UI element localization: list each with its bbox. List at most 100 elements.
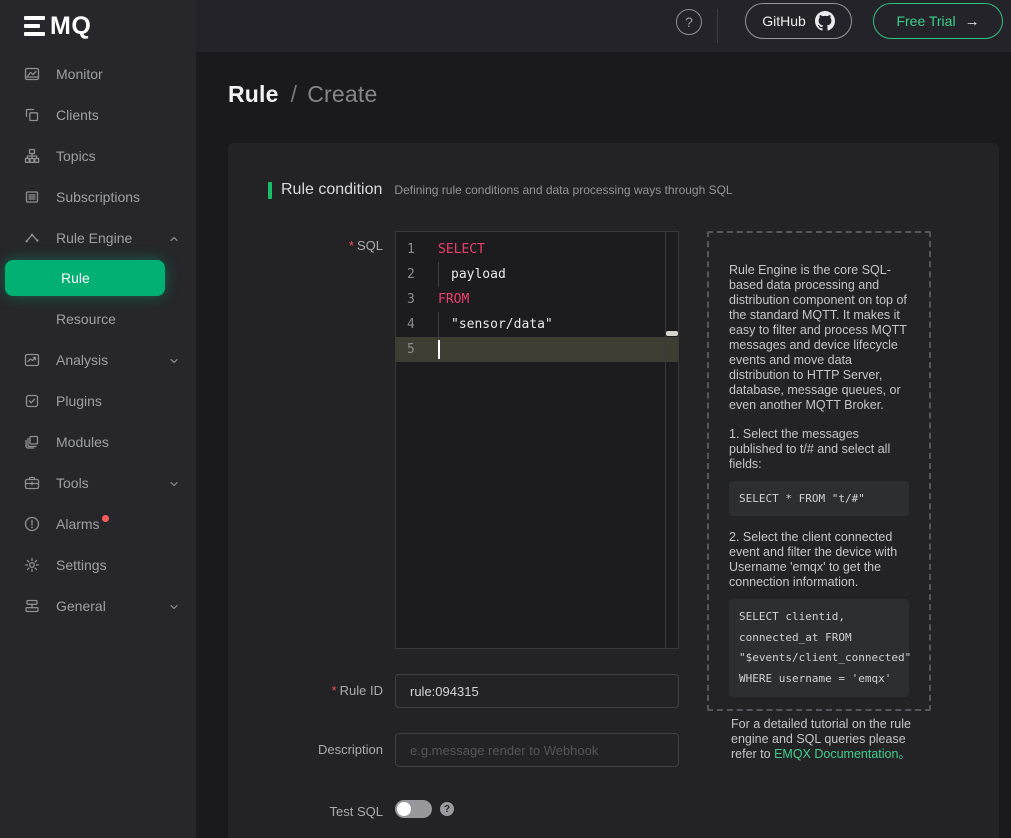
chevron-down-icon [168, 477, 180, 489]
topics-icon [24, 148, 40, 164]
sidebar-item-plugins[interactable]: Plugins [0, 380, 196, 421]
test-sql-help-icon[interactable]: ? [440, 802, 454, 816]
line-number: 5 [396, 337, 438, 362]
sidebar-item-rule[interactable]: Rule [5, 260, 165, 296]
line-code [438, 337, 678, 362]
help-code-line: SELECT clientid, [739, 607, 899, 628]
sidebar-item-label: Topics [56, 148, 96, 164]
sidebar-item-settings[interactable]: Settings [0, 544, 196, 585]
github-button-label: GitHub [762, 13, 806, 29]
sidebar-item-label: Analysis [56, 352, 108, 368]
editor-line-3[interactable]: 3FROM [396, 287, 678, 312]
free-trial-label: Free Trial [896, 13, 955, 29]
github-button[interactable]: GitHub [745, 3, 852, 39]
alarms-icon [24, 516, 40, 532]
line-code: SELECT [438, 237, 678, 262]
help-code-example-1: SELECT * FROM "t/#" [729, 481, 909, 516]
chevron-down-icon [168, 600, 180, 612]
rule-id-label: *Rule ID [228, 683, 383, 698]
text-cursor [438, 340, 440, 359]
test-sql-toggle[interactable] [395, 800, 432, 818]
sidebar-item-analysis[interactable]: Analysis [0, 339, 196, 380]
free-trial-button[interactable]: Free Trial → [873, 3, 1003, 39]
main-content: Rule/Create Rule condition Defining rule… [196, 52, 1011, 838]
section-accent-bar [268, 182, 272, 199]
help-intro-text: Rule Engine is the core SQL-based data p… [729, 263, 909, 413]
required-marker: * [349, 238, 354, 253]
sql-help-panel: Rule Engine is the core SQL-based data p… [707, 231, 931, 711]
app-logo[interactable]: MQ [0, 0, 196, 52]
line-number: 3 [396, 287, 438, 312]
section-subtitle: Defining rule conditions and data proces… [394, 183, 732, 197]
sidebar-item-label: Subscriptions [56, 189, 140, 205]
sidebar-item-label: Monitor [56, 66, 103, 82]
help-code-example-2: SELECT clientid,connected_at FROM"$event… [729, 599, 909, 697]
emqx-documentation-link[interactable]: EMQX Documentation。 [774, 747, 911, 761]
section-title: Rule condition [281, 181, 382, 199]
sidebar-item-general[interactable]: General [0, 585, 196, 626]
rule-id-input[interactable] [395, 674, 679, 708]
sidebar-item-resource[interactable]: Resource [0, 298, 196, 339]
breadcrumb-separator: / [291, 81, 298, 107]
editor-scrollbar-thumb[interactable] [666, 331, 678, 336]
required-marker: * [332, 683, 337, 698]
line-code: FROM [438, 287, 678, 312]
sidebar-item-label: Rule [61, 270, 90, 286]
breadcrumb-rule[interactable]: Rule [228, 81, 279, 107]
arrow-right-icon: → [965, 13, 980, 30]
chevron-up-icon [168, 232, 180, 244]
rule-engine-icon [24, 230, 40, 246]
general-icon [24, 598, 40, 614]
help-footer: For a detailed tutorial on the rule engi… [731, 717, 933, 762]
settings-icon [24, 557, 40, 573]
sql-code-editor[interactable]: 1SELECT2payload3FROM4"sensor/data"5 [395, 231, 679, 649]
sidebar-item-modules[interactable]: Modules [0, 421, 196, 462]
toggle-knob-icon [397, 802, 411, 816]
test-sql-label: Test SQL [228, 804, 383, 819]
sidebar-item-label: Settings [56, 557, 107, 573]
sql-field-label: *SQL [228, 238, 383, 253]
tools-icon [24, 475, 40, 491]
description-label: Description [228, 742, 383, 757]
alarm-badge [102, 515, 109, 522]
help-step2-text: 2. Select the client connected event and… [729, 530, 909, 590]
editor-line-4[interactable]: 4"sensor/data" [396, 312, 678, 337]
sidebar-item-topics[interactable]: Topics [0, 135, 196, 176]
sidebar-item-label: Plugins [56, 393, 102, 409]
sidebar-item-rule-engine[interactable]: Rule Engine [0, 217, 196, 258]
sidebar-nav: Monitor Clients Topics Subscriptions Rule En… [0, 52, 196, 626]
emqx-dashboard: MQ Monitor Clients Topics Subscriptions Rule… [0, 0, 1011, 838]
description-input[interactable] [395, 733, 679, 767]
editor-line-2[interactable]: 2payload [396, 262, 678, 287]
sidebar-item-label: Resource [56, 311, 116, 327]
line-number: 1 [396, 237, 438, 262]
sidebar-item-label: Rule Engine [56, 230, 132, 246]
topbar-divider [717, 9, 718, 43]
line-number: 4 [396, 312, 438, 337]
sidebar-item-alarms[interactable]: Alarms [0, 503, 196, 544]
breadcrumb: Rule/Create [228, 81, 377, 108]
github-icon [815, 11, 835, 31]
logo-text: MQ [50, 12, 91, 41]
sidebar-item-tools[interactable]: Tools [0, 462, 196, 503]
editor-line-1[interactable]: 1SELECT [396, 237, 678, 262]
modules-icon [24, 434, 40, 450]
sidebar-item-label: Clients [56, 107, 99, 123]
subscriptions-icon [24, 189, 40, 205]
rule-condition-card: Rule condition Defining rule conditions … [228, 143, 999, 838]
sidebar: MQ Monitor Clients Topics Subscriptions Rule… [0, 0, 196, 838]
sidebar-item-monitor[interactable]: Monitor [0, 53, 196, 94]
sidebar-item-label: Alarms [56, 516, 100, 532]
analysis-icon [24, 352, 40, 368]
sidebar-item-clients[interactable]: Clients [0, 94, 196, 135]
editor-scrollbar-track [665, 232, 666, 648]
line-number: 2 [396, 262, 438, 287]
monitor-icon [24, 66, 40, 82]
editor-line-5[interactable]: 5 [396, 337, 678, 362]
help-code-line: "$events/client_connected" [739, 648, 899, 669]
clients-icon [24, 107, 40, 123]
section-header: Rule condition Defining rule conditions … [268, 181, 733, 199]
help-icon[interactable]: ? [676, 9, 702, 35]
sidebar-item-subscriptions[interactable]: Subscriptions [0, 176, 196, 217]
help-code-line: WHERE username = 'emqx' [739, 669, 899, 690]
